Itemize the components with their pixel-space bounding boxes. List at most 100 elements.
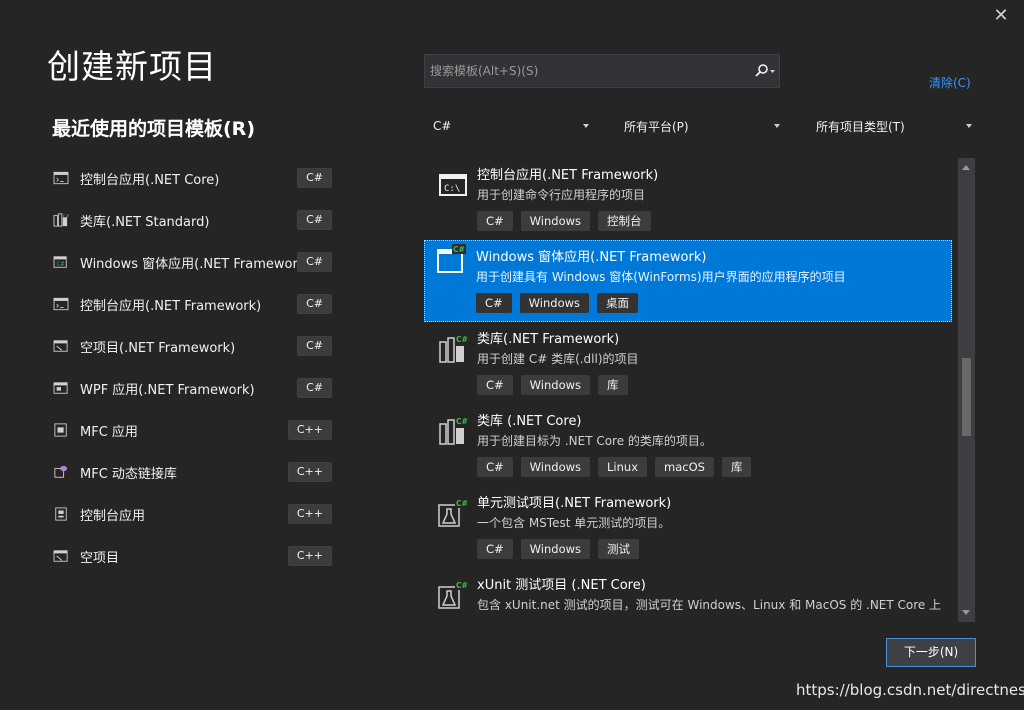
language-badge: C# bbox=[297, 168, 332, 188]
language-badge: C# bbox=[297, 378, 332, 398]
template-tag: C# bbox=[477, 539, 513, 559]
template-list: C:\ 控制台应用(.NET Framework) 用于创建命令行应用程序的项目 C#… bbox=[424, 158, 952, 622]
search-box[interactable] bbox=[424, 54, 780, 88]
recent-template-item[interactable]: MFC 动态链接库 C++ bbox=[52, 451, 342, 493]
template-tags: C# Windows Linux macOS 库 bbox=[477, 457, 952, 477]
platform-filter[interactable]: 所有平台(P) bbox=[624, 116, 780, 136]
clear-link[interactable]: 清除(C) bbox=[929, 74, 971, 91]
svg-text:C:\: C:\ bbox=[444, 184, 460, 194]
template-item[interactable]: C# Windows 窗体应用(.NET Framework) 用于创建具有 Win… bbox=[424, 240, 952, 322]
template-tags: C# Windows 控制台 bbox=[477, 211, 952, 231]
template-tags: C# Windows 测试 bbox=[477, 539, 952, 559]
template-description: 一个包含 MSTest 单元测试的项目。 bbox=[477, 516, 671, 530]
template-item[interactable]: C:\ 控制台应用(.NET Framework) 用于创建命令行应用程序的项目 C#… bbox=[424, 158, 952, 240]
language-filter-value: C# bbox=[433, 119, 452, 133]
chevron-down-icon bbox=[774, 124, 780, 128]
language-badge: C# bbox=[297, 252, 332, 272]
watermark: https://blog.csdn.net/directness bbox=[796, 681, 1024, 699]
recent-template-label: 类库(.NET Standard) bbox=[80, 214, 210, 230]
template-tag: 桌面 bbox=[597, 293, 639, 313]
recent-template-item[interactable]: WPF 应用(.NET Framework) C# bbox=[52, 367, 342, 409]
mfc-dll-icon bbox=[52, 464, 70, 480]
template-tags: C# Windows 库 bbox=[477, 375, 952, 395]
language-badge: C# bbox=[297, 294, 332, 314]
recent-template-label: MFC 动态链接库 bbox=[80, 466, 177, 482]
recent-template-item[interactable]: 空项目 C++ bbox=[52, 535, 342, 577]
page-title: 创建新项目 bbox=[47, 47, 217, 86]
svg-text:C#: C# bbox=[456, 417, 468, 426]
template-list-scrollbar[interactable] bbox=[958, 158, 975, 622]
template-tag: C# bbox=[477, 211, 513, 231]
template-tag: Windows bbox=[520, 539, 591, 559]
next-button[interactable]: 下一步(N) bbox=[886, 638, 976, 667]
class-library-icon: C# bbox=[438, 334, 468, 364]
language-badge: C# bbox=[297, 210, 332, 230]
scroll-down-icon[interactable] bbox=[962, 610, 970, 615]
template-tag: 控制台 bbox=[598, 211, 651, 231]
template-tag: Windows bbox=[519, 293, 590, 313]
recent-template-label: WPF 应用(.NET Framework) bbox=[80, 382, 255, 398]
recent-template-item[interactable]: 控制台应用(.NET Core) C# bbox=[52, 157, 342, 199]
template-tag: 测试 bbox=[598, 539, 640, 559]
svg-text:C#: C# bbox=[456, 581, 468, 590]
recent-template-item[interactable]: C# Windows 窗体应用(.NET Framework) C# bbox=[52, 241, 342, 283]
template-tag: 库 bbox=[598, 375, 628, 395]
svg-text:C#: C# bbox=[456, 335, 468, 344]
console-icon bbox=[52, 296, 70, 312]
recent-template-item[interactable]: 控制台应用(.NET Framework) C# bbox=[52, 283, 342, 325]
template-tags: C# Windows 桌面 bbox=[476, 293, 951, 313]
unit-test-icon: C# bbox=[438, 498, 468, 528]
template-item[interactable]: C# xUnit 测试项目 (.NET Core) 包含 xUnit.net 测试的… bbox=[424, 568, 952, 622]
recent-template-item[interactable]: 空项目(.NET Framework) C# bbox=[52, 325, 342, 367]
search-input[interactable] bbox=[425, 55, 751, 87]
recent-template-item[interactable]: C# 类库(.NET Standard) C# bbox=[52, 199, 342, 241]
windows-form-icon: C# bbox=[437, 244, 467, 274]
recent-template-label: 控制台应用(.NET Core) bbox=[80, 172, 220, 188]
svg-text:C#: C# bbox=[456, 499, 468, 508]
recent-templates-heading: 最近使用的项目模板(R) bbox=[52, 118, 255, 140]
wpf-app-icon bbox=[52, 380, 70, 396]
chevron-down-icon bbox=[966, 124, 972, 128]
console-icon: C:\ bbox=[438, 170, 468, 200]
recent-template-item[interactable]: MFC 应用 C++ bbox=[52, 409, 342, 451]
empty-project-icon bbox=[52, 548, 70, 564]
template-item[interactable]: C# 类库(.NET Framework) 用于创建 C# 类库(.dll)的项目 C… bbox=[424, 322, 952, 404]
language-badge: C# bbox=[297, 336, 332, 356]
scroll-thumb[interactable] bbox=[962, 358, 971, 436]
recent-template-label: 控制台应用(.NET Framework) bbox=[80, 298, 262, 314]
template-name: 类库 (.NET Core) bbox=[477, 414, 582, 429]
template-name: Windows 窗体应用(.NET Framework) bbox=[476, 250, 707, 265]
template-tag: C# bbox=[477, 375, 513, 395]
search-icon[interactable] bbox=[751, 55, 779, 87]
unit-test-icon: C# bbox=[438, 580, 468, 610]
language-badge: C++ bbox=[287, 546, 332, 566]
template-description: 用于创建具有 Windows 窗体(WinForms)用户界面的应用程序的项目 bbox=[476, 270, 846, 284]
template-tag: Windows bbox=[520, 457, 591, 477]
recent-template-label: Windows 窗体应用(.NET Framework) bbox=[80, 256, 311, 272]
svg-text:C#: C# bbox=[453, 245, 465, 254]
template-tag: C# bbox=[476, 293, 512, 313]
template-tag: macOS bbox=[655, 457, 714, 477]
template-tag: C# bbox=[477, 457, 513, 477]
project-type-filter-value: 所有项目类型(T) bbox=[816, 119, 905, 134]
template-name: 控制台应用(.NET Framework) bbox=[477, 168, 659, 183]
recent-template-item[interactable]: 控制台应用 C++ bbox=[52, 493, 342, 535]
template-item[interactable]: C# 单元测试项目(.NET Framework) 一个包含 MSTest 单元测试… bbox=[424, 486, 952, 568]
template-item[interactable]: C# 类库 (.NET Core) 用于创建目标为 .NET Core 的类库的项目… bbox=[424, 404, 952, 486]
windows-form-icon: C# bbox=[52, 254, 70, 270]
scroll-up-icon[interactable] bbox=[962, 165, 970, 170]
template-name: 单元测试项目(.NET Framework) bbox=[477, 496, 672, 511]
language-badge: C++ bbox=[287, 504, 332, 524]
mfc-app-icon bbox=[52, 422, 70, 438]
recent-template-label: MFC 应用 bbox=[80, 424, 138, 440]
svg-text:C#: C# bbox=[57, 262, 65, 268]
close-button[interactable]: ✕ bbox=[990, 5, 1012, 27]
template-name: 类库(.NET Framework) bbox=[477, 332, 620, 347]
template-description: 包含 xUnit.net 测试的项目，测试可在 Windows、Linux 和 … bbox=[477, 598, 942, 612]
template-tag: Linux bbox=[598, 457, 648, 477]
template-tag: 库 bbox=[721, 457, 752, 477]
language-filter[interactable]: C# bbox=[433, 116, 589, 136]
chevron-down-icon bbox=[583, 124, 589, 128]
project-type-filter[interactable]: 所有项目类型(T) bbox=[816, 116, 972, 136]
platform-filter-value: 所有平台(P) bbox=[624, 119, 689, 134]
